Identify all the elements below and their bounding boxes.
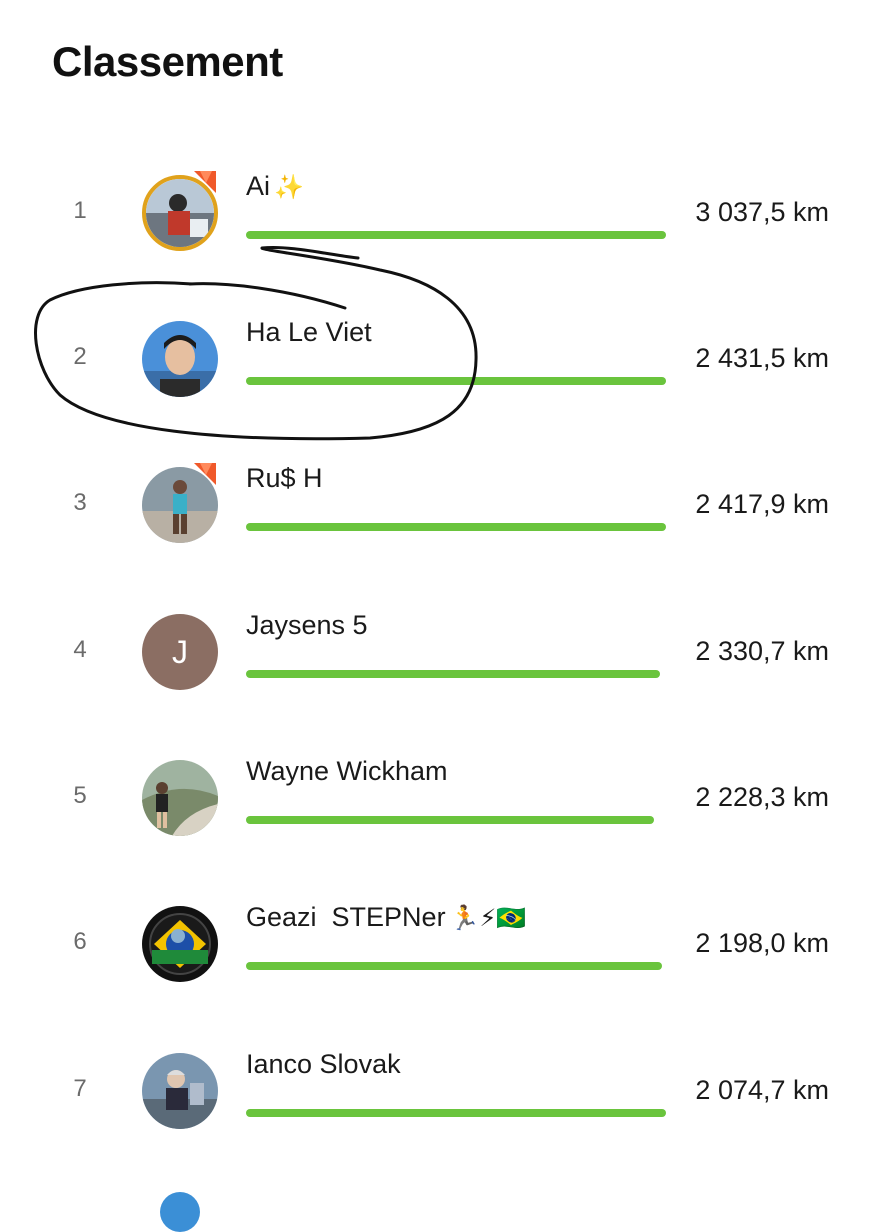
progress-bar: [246, 377, 666, 385]
avatar[interactable]: [160, 1192, 200, 1232]
leaderboard-row[interactable]: 1 Ai ✨ 3 037,5 km: [0, 153, 883, 273]
rank-number: 6: [73, 928, 87, 955]
rank-number: 1: [73, 197, 87, 224]
avatar[interactable]: [142, 1053, 218, 1129]
athlete-name[interactable]: Jaysens 5: [246, 610, 368, 641]
page-title: Classement: [52, 38, 283, 85]
achievement-badge-icon: [194, 463, 216, 485]
runner-lightning-brazil-emoji: 🏃⚡🇧🇷: [449, 905, 527, 932]
athlete-name[interactable]: Ai ✨: [246, 171, 304, 202]
leaderboard-row[interactable]: 2 Ha Le Viet 2 431,5 km: [0, 299, 883, 419]
progress-bar: [246, 962, 662, 970]
rank-number: 4: [73, 636, 87, 663]
avatar-initial: J: [172, 633, 188, 670]
sparkles-emoji: ✨: [274, 174, 304, 201]
athlete-name[interactable]: Ianco Slovak: [246, 1049, 401, 1080]
rank-number: 5: [73, 782, 87, 809]
distance-value: 2 228,3 km: [695, 782, 829, 812]
avatar[interactable]: [142, 321, 218, 397]
avatar[interactable]: J: [142, 614, 218, 690]
rank-number: 2: [73, 343, 87, 370]
distance-value: 2 431,5 km: [695, 343, 829, 373]
achievement-badge-icon: [194, 171, 216, 193]
progress-bar: [246, 670, 660, 678]
leaderboard-row[interactable]: 4 J Jaysens 5 2 330,7 km: [0, 592, 883, 712]
progress-bar: [246, 523, 666, 531]
progress-bar: [246, 231, 666, 239]
progress-bar: [246, 1109, 666, 1117]
athlete-name[interactable]: Wayne Wickham: [246, 756, 448, 787]
distance-value: 2 074,7 km: [695, 1075, 829, 1105]
leaderboard-row[interactable]: 5 Wayne Wickham 2 228,3 km: [0, 738, 883, 858]
leaderboard-row[interactable]: 3 Ru$ H 2 417,9 km: [0, 445, 883, 565]
rank-number: 7: [73, 1075, 87, 1102]
athlete-name[interactable]: Ru$ H: [246, 463, 323, 494]
distance-value: 2 330,7 km: [695, 636, 829, 666]
distance-value: 2 417,9 km: [695, 489, 829, 519]
athlete-name[interactable]: Ha Le Viet: [246, 317, 372, 348]
avatar[interactable]: [142, 760, 218, 836]
leaderboard-row[interactable]: 7 Ianco Slovak 2 074,7 km: [0, 1031, 883, 1151]
progress-bar: [246, 816, 654, 824]
distance-value: 2 198,0 km: [695, 928, 829, 958]
leaderboard-row[interactable]: 6 Geazi STEPNer 🏃⚡🇧🇷 2 198,0 km: [0, 884, 883, 1004]
athlete-name[interactable]: Geazi STEPNer 🏃⚡🇧🇷: [246, 902, 526, 933]
avatar[interactable]: [142, 906, 218, 982]
rank-number: 3: [73, 489, 87, 516]
distance-value: 3 037,5 km: [695, 197, 829, 227]
